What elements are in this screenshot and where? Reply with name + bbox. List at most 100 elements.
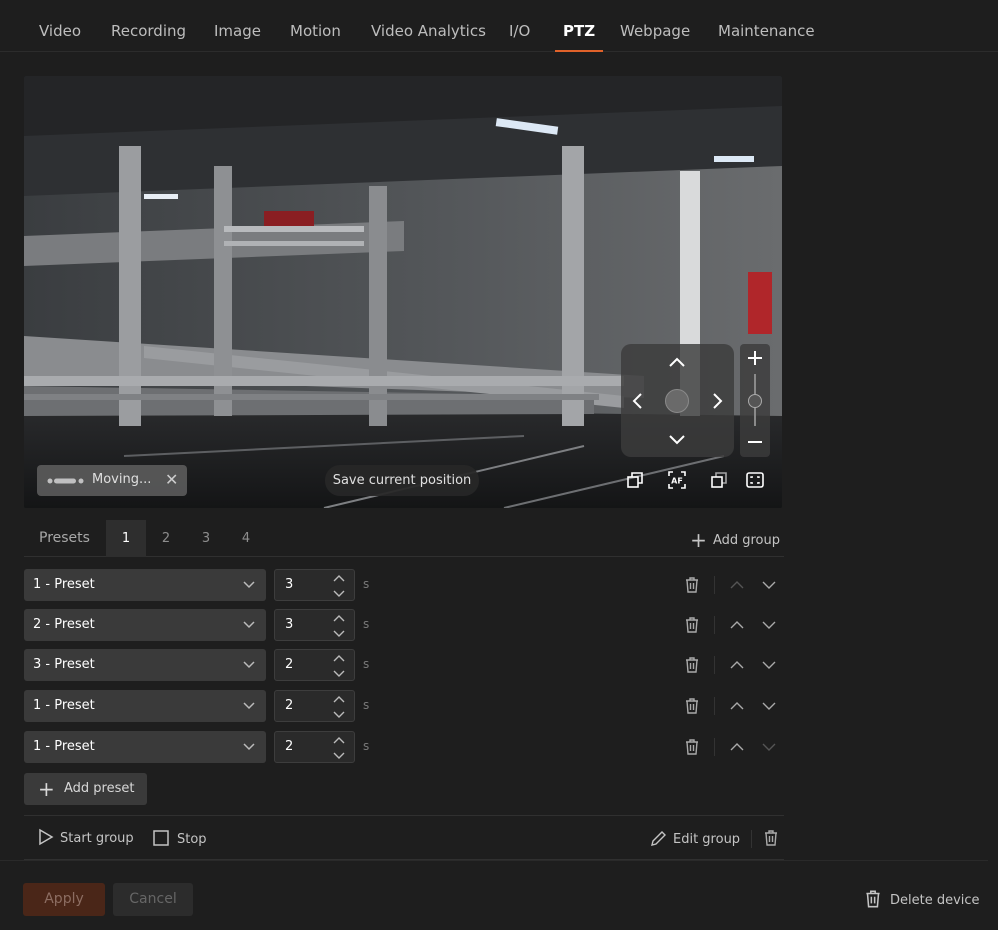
move-up-icon[interactable] (729, 739, 745, 755)
pan-center-handle[interactable] (665, 389, 689, 413)
delete-group-icon[interactable] (761, 828, 781, 848)
preset-select[interactable]: 1 - Preset (24, 690, 266, 722)
dwell-time-value: 3 (285, 577, 294, 592)
trash-icon[interactable] (682, 615, 702, 635)
zoom-control (740, 344, 770, 457)
tab-webpage[interactable]: Webpage (620, 0, 690, 52)
stepper-icon[interactable] (332, 735, 346, 761)
dwell-unit: s (363, 698, 370, 712)
preset-select[interactable]: 2 - Preset (24, 609, 266, 641)
divider (0, 860, 988, 861)
divider (714, 697, 715, 715)
preset-select[interactable]: 1 - Preset (24, 569, 266, 601)
delete-device-button[interactable]: Delete device (862, 888, 980, 910)
trash-icon[interactable] (682, 655, 702, 675)
pan-up-icon[interactable] (662, 347, 692, 377)
dwell-time-input[interactable]: 2 (274, 649, 355, 681)
move-down-icon[interactable] (761, 698, 777, 714)
dwell-time-input[interactable]: 3 (274, 569, 355, 601)
dwell-time-input[interactable]: 3 (274, 609, 355, 641)
zoom-slider-handle[interactable] (748, 394, 762, 408)
trash-icon[interactable] (682, 575, 702, 595)
cancel-button[interactable]: Cancel (113, 883, 193, 916)
fullscreen-icon[interactable] (744, 469, 766, 491)
move-up-icon[interactable] (729, 698, 745, 714)
dwell-time-value: 2 (285, 739, 294, 754)
tab-recording[interactable]: Recording (111, 0, 186, 52)
divider (714, 656, 715, 674)
move-up-icon[interactable] (729, 617, 745, 633)
dwell-time-input[interactable]: 2 (274, 690, 355, 722)
move-down-icon[interactable] (761, 657, 777, 673)
trash-icon[interactable] (682, 737, 702, 757)
preset-select-value: 1 - Preset (33, 739, 95, 754)
presets-group-bar: Presets 1 2 3 4 + Add group (24, 520, 784, 557)
preset-select-value: 1 - Preset (33, 698, 95, 713)
tab-maintenance[interactable]: Maintenance (718, 0, 815, 52)
tab-image[interactable]: Image (214, 0, 261, 52)
preset-group-tab-3[interactable]: 3 (186, 520, 226, 557)
tab-ptz[interactable]: PTZ (554, 0, 604, 52)
save-current-position-button[interactable]: Save current position (325, 465, 479, 496)
chevron-down-icon (243, 621, 255, 629)
stepper-icon[interactable] (332, 573, 346, 599)
move-down-icon[interactable] (761, 739, 777, 755)
pan-down-icon[interactable] (662, 425, 692, 455)
focus-far-icon[interactable] (708, 469, 730, 491)
ptz-status-pill: Moving... ✕ (37, 465, 187, 496)
trash-icon[interactable] (682, 696, 702, 716)
stop-checkbox[interactable]: Stop (153, 830, 207, 847)
stop-label: Stop (177, 832, 207, 847)
stepper-icon[interactable] (332, 613, 346, 639)
autofocus-icon[interactable]: AF (666, 469, 688, 491)
group-actions-bar: Start group Stop Edit group (24, 815, 784, 860)
zoom-out-icon[interactable] (745, 432, 765, 452)
preset-select[interactable]: 1 - Preset (24, 731, 266, 763)
add-preset-label: Add preset (64, 781, 135, 796)
plus-icon: + (690, 528, 707, 552)
tab-motion[interactable]: Motion (290, 0, 341, 52)
dwell-time-value: 2 (285, 698, 294, 713)
pan-right-icon[interactable] (702, 386, 732, 416)
tab-video[interactable]: Video (39, 0, 81, 52)
move-down-icon[interactable] (761, 617, 777, 633)
preset-select[interactable]: 3 - Preset (24, 649, 266, 681)
preset-row: 1 - Preset 2 s (24, 731, 784, 763)
checkbox-icon (153, 830, 169, 846)
move-up-icon[interactable] (729, 577, 745, 593)
dwell-time-value: 2 (285, 657, 294, 672)
add-group-button[interactable]: + Add group (690, 528, 780, 552)
tab-video-analytics[interactable]: Video Analytics (371, 0, 486, 52)
stepper-icon[interactable] (332, 653, 346, 679)
preset-group-tab-4[interactable]: 4 (226, 520, 266, 557)
camera-video-view[interactable]: Moving... ✕ Save current position AF (24, 76, 782, 508)
divider (714, 616, 715, 634)
start-group-button[interactable]: Start group (38, 828, 134, 846)
focus-near-icon[interactable] (624, 469, 646, 491)
dwell-unit: s (363, 577, 370, 591)
close-icon[interactable]: ✕ (165, 470, 178, 489)
zoom-in-icon[interactable] (745, 348, 765, 368)
play-icon (39, 828, 54, 846)
dwell-time-input[interactable]: 2 (274, 731, 355, 763)
pan-left-icon[interactable] (623, 386, 653, 416)
move-down-icon[interactable] (761, 577, 777, 593)
presets-label: Presets (39, 530, 90, 546)
ptz-status-text: Moving... (92, 472, 152, 487)
divider (714, 738, 715, 756)
add-preset-button[interactable]: + Add preset (24, 773, 147, 805)
apply-button[interactable]: Apply (23, 883, 105, 916)
stepper-icon[interactable] (332, 694, 346, 720)
trash-icon (866, 890, 880, 908)
preset-group-tab-2[interactable]: 2 (146, 520, 186, 557)
preset-group-tab-1[interactable]: 1 (106, 520, 146, 557)
dwell-time-value: 3 (285, 617, 294, 632)
preset-row: 1 - Preset 2 s (24, 690, 784, 722)
preset-select-value: 3 - Preset (33, 657, 95, 672)
edit-group-button[interactable]: Edit group (649, 828, 740, 848)
preset-row: 1 - Preset 3 s (24, 569, 784, 601)
dwell-unit: s (363, 739, 370, 753)
chevron-down-icon (243, 581, 255, 589)
move-up-icon[interactable] (729, 657, 745, 673)
tab-io[interactable]: I/O (509, 0, 530, 52)
